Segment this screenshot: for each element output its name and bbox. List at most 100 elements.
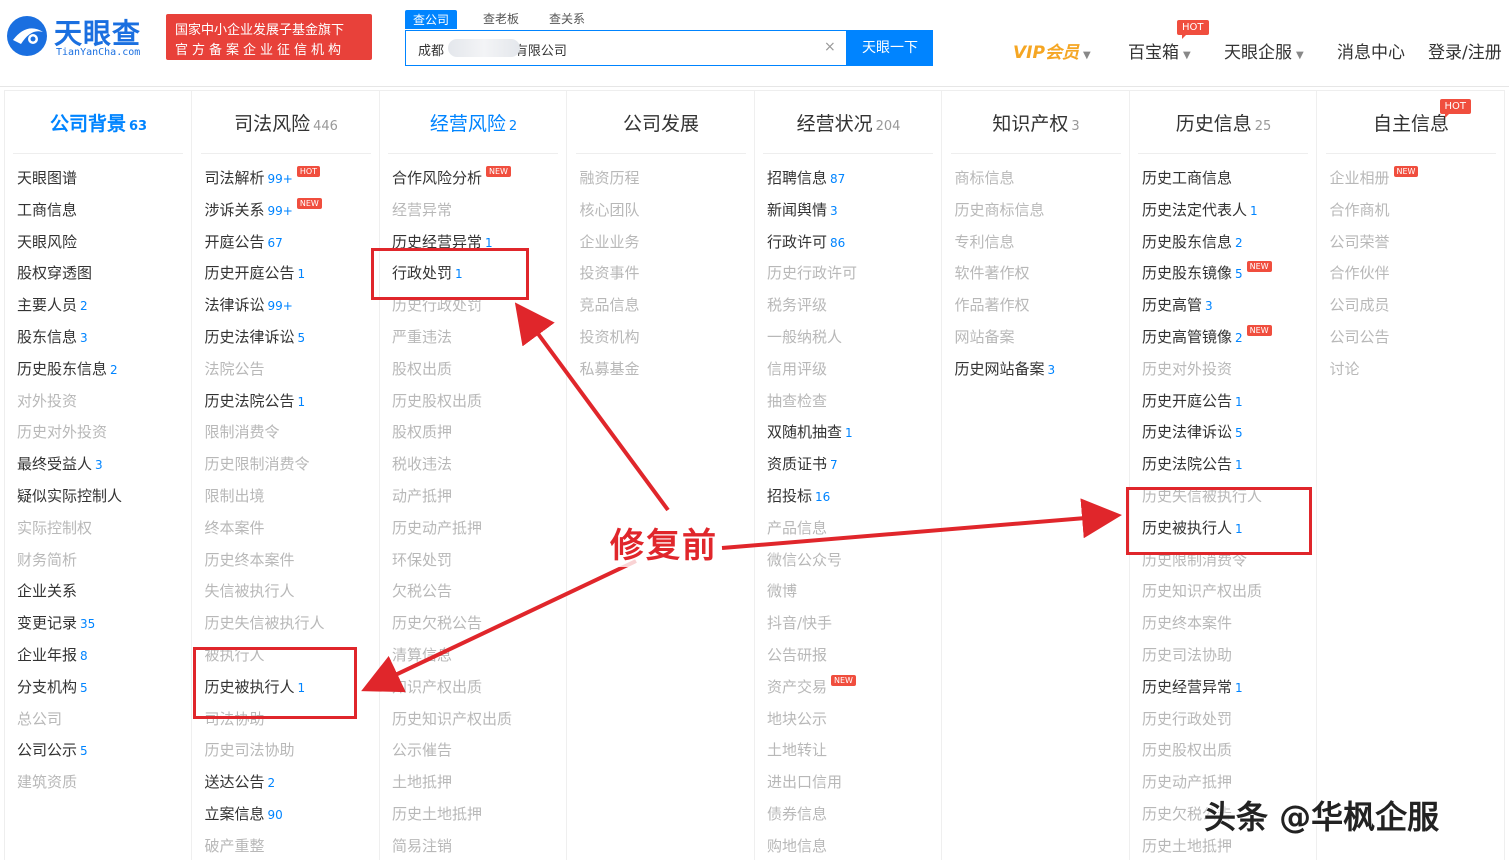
message-center-link[interactable]: 消息中心: [1337, 38, 1405, 63]
dimension-item[interactable]: 限制出境: [205, 486, 265, 506]
dimension-item[interactable]: 抽查检查: [767, 391, 827, 411]
dimension-item[interactable]: 历史开庭公告 1: [1142, 391, 1243, 412]
dimension-item[interactable]: 送达公告 2: [205, 772, 276, 793]
dimension-item[interactable]: 一般纳税人: [767, 327, 842, 347]
column-header[interactable]: 司法风险 446: [193, 109, 380, 136]
dimension-item[interactable]: 产品信息: [767, 518, 827, 538]
search-button[interactable]: 天眼一下: [847, 30, 933, 66]
dimension-item[interactable]: 司法解析 99+HOT: [205, 166, 321, 189]
dimension-item[interactable]: 税务评级: [767, 295, 827, 315]
dimension-item[interactable]: 核心团队: [580, 200, 640, 220]
dimension-item[interactable]: 历史股东镜像 5NEW: [1142, 261, 1272, 284]
dimension-item[interactable]: 微信公众号: [767, 550, 842, 570]
dimension-item[interactable]: 抖音/快手: [767, 613, 832, 633]
dimension-item[interactable]: 历史土地抵押: [392, 804, 482, 824]
vip-menu[interactable]: VIP会员 ▼: [1013, 38, 1091, 63]
tianyancha-logo-icon[interactable]: [5, 14, 49, 58]
logo-text[interactable]: 天眼查: [54, 12, 141, 52]
dimension-item[interactable]: 私募基金: [580, 359, 640, 379]
column-header[interactable]: 经营状况 204: [755, 109, 942, 136]
dimension-item[interactable]: 清算信息: [392, 645, 452, 665]
dimension-item[interactable]: 历史司法协助: [1142, 645, 1232, 665]
dimension-item[interactable]: 微博: [767, 581, 797, 601]
dimension-item[interactable]: 涉诉关系 99+NEW: [205, 197, 322, 221]
dimension-item[interactable]: 公司荣誉: [1330, 232, 1390, 252]
dimension-item[interactable]: 失信被执行人: [205, 581, 295, 601]
dimension-item[interactable]: 历史欠税公告: [392, 613, 482, 633]
dimension-item[interactable]: 招聘信息 87: [767, 168, 845, 189]
dimension-item[interactable]: 历史股权出质: [1142, 740, 1232, 760]
dimension-item[interactable]: 竞品信息: [580, 295, 640, 315]
dimension-item[interactable]: 历史法律诉讼 5: [205, 327, 306, 348]
column-header[interactable]: 经营风险 2: [380, 109, 567, 136]
dimension-item[interactable]: 土地转让: [767, 740, 827, 760]
dimension-item[interactable]: 天眼图谱: [17, 168, 77, 188]
dimension-item[interactable]: 知识产权出质: [392, 677, 482, 697]
dimension-item[interactable]: 历史法院公告 1: [205, 391, 306, 412]
dimension-item[interactable]: 疑似实际控制人: [17, 486, 122, 506]
dimension-item[interactable]: 专利信息: [955, 232, 1015, 252]
dimension-item[interactable]: 企业关系: [17, 581, 77, 601]
dimension-item[interactable]: 历史经营异常 1: [1142, 677, 1243, 698]
dimension-item[interactable]: 公司公告: [1330, 327, 1390, 347]
dimension-item[interactable]: 破产重整: [205, 836, 265, 856]
dimension-item[interactable]: 融资历程: [580, 168, 640, 188]
dimension-item[interactable]: 地块公示: [767, 709, 827, 729]
dimension-item[interactable]: 讨论: [1330, 359, 1360, 379]
dimension-item[interactable]: 历史股东信息 2: [17, 359, 118, 380]
dimension-item[interactable]: 严重违法: [392, 327, 452, 347]
tab-search-company[interactable]: 查公司: [405, 10, 458, 29]
dimension-item[interactable]: 土地抵押: [392, 772, 452, 792]
dimension-item[interactable]: 投资事件: [580, 263, 640, 283]
dimension-item[interactable]: 股权质押: [392, 422, 452, 442]
tab-search-boss[interactable]: 查老板: [483, 10, 519, 27]
dimension-item[interactable]: 商标信息: [955, 168, 1015, 188]
dimension-item[interactable]: 法律诉讼 99+: [205, 295, 293, 316]
dimension-item[interactable]: 双随机抽查 1: [767, 422, 853, 443]
dimension-item[interactable]: 历史股权出质: [392, 391, 482, 411]
dimension-item[interactable]: 对外投资: [17, 391, 77, 411]
dimension-item[interactable]: 终本案件: [205, 518, 265, 538]
dimension-item[interactable]: 历史对外投资: [17, 422, 107, 442]
dimension-item[interactable]: 开庭公告 67: [205, 232, 283, 253]
dimension-item[interactable]: 建筑资质: [17, 772, 77, 792]
dimension-item[interactable]: 新闻舆情 3: [767, 200, 838, 221]
dimension-item[interactable]: 动产抵押: [392, 486, 452, 506]
dimension-item[interactable]: 实际控制权: [17, 518, 92, 538]
dimension-item[interactable]: 历史高管镜像 2NEW: [1142, 325, 1272, 348]
dimension-item[interactable]: 企业业务: [580, 232, 640, 252]
column-header[interactable]: 历史信息 25: [1130, 109, 1317, 136]
tab-search-relation[interactable]: 查关系: [549, 10, 585, 27]
dimension-item[interactable]: 合作商机: [1330, 200, 1390, 220]
dimension-item[interactable]: 历史行政许可: [767, 263, 857, 283]
dimension-item[interactable]: 历史行政处罚: [1142, 709, 1232, 729]
dimension-item[interactable]: 资产交易 NEW: [767, 674, 856, 697]
dimension-item[interactable]: 历史土地抵押: [1142, 836, 1232, 856]
dimension-item[interactable]: 股权出质: [392, 359, 452, 379]
dimension-item[interactable]: 合作伙伴: [1330, 263, 1390, 283]
dimension-item[interactable]: 资质证书 7: [767, 454, 838, 475]
dimension-item[interactable]: 历史失信被执行人: [205, 613, 325, 633]
dimension-item[interactable]: 总公司: [17, 709, 62, 729]
dimension-item[interactable]: 历史法定代表人 1: [1142, 200, 1258, 221]
dimension-item[interactable]: 历史动产抵押: [1142, 772, 1232, 792]
dimension-item[interactable]: 历史法院公告 1: [1142, 454, 1243, 475]
dimension-item[interactable]: 历史司法协助: [205, 740, 295, 760]
dimension-item[interactable]: 历史对外投资: [1142, 359, 1232, 379]
dimension-item[interactable]: 公告研报: [767, 645, 827, 665]
dimension-item[interactable]: 软件著作权: [955, 263, 1030, 283]
dimension-item[interactable]: 招投标 16: [767, 486, 830, 507]
dimension-item[interactable]: 法院公告: [205, 359, 265, 379]
dimension-item[interactable]: 公示催告: [392, 740, 452, 760]
dimension-item[interactable]: 债券信息: [767, 804, 827, 824]
login-register-link[interactable]: 登录/注册: [1428, 38, 1502, 63]
column-header[interactable]: 自主信息: [1318, 109, 1505, 136]
clear-icon[interactable]: ×: [824, 39, 836, 55]
dimension-item[interactable]: 股权穿透图: [17, 263, 92, 283]
dimension-item[interactable]: 进出口信用: [767, 772, 842, 792]
column-header[interactable]: 知识产权 3: [943, 109, 1130, 136]
dimension-item[interactable]: 历史终本案件: [1142, 613, 1232, 633]
treasure-box-menu[interactable]: 百宝箱 ▼: [1128, 38, 1191, 63]
dimension-item[interactable]: 公司公示 5: [17, 740, 88, 761]
dimension-item[interactable]: 欠税公告: [392, 581, 452, 601]
